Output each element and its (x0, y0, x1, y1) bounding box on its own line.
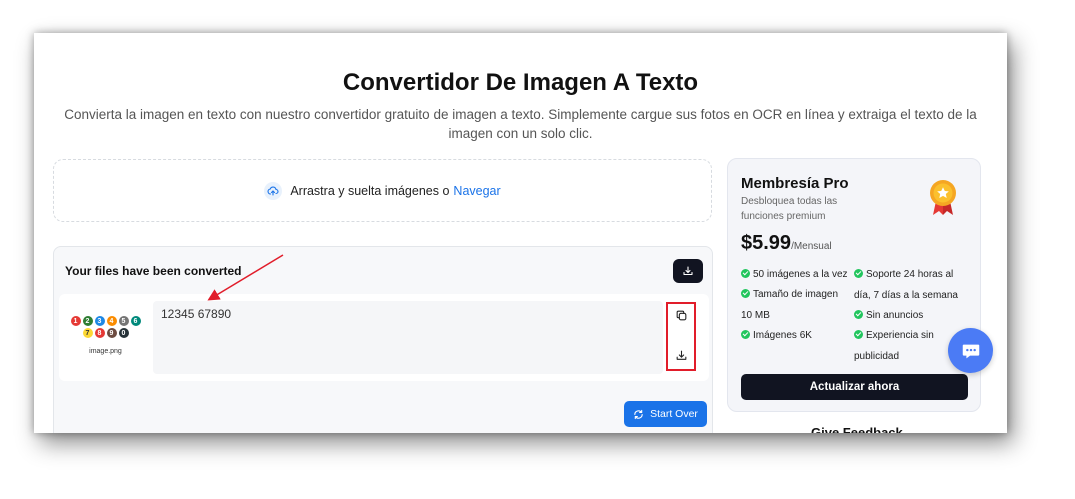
highlight-box (666, 302, 696, 371)
file-thumbnail[interactable]: 1 2 3 4 5 6 7 8 9 0 image.png (59, 302, 152, 373)
copy-icon (676, 310, 686, 320)
pro-description: Desbloquea todas las funciones premium (741, 196, 838, 222)
thumb-digit: 8 (94, 328, 105, 338)
download-file-button[interactable] (673, 347, 689, 363)
cloud-upload-icon (264, 181, 283, 200)
thumb-digit: 9 (106, 328, 117, 338)
upload-dropzone[interactable]: Arrastra y suelta imágenes o Navegar (53, 159, 712, 222)
file-name: image.png (89, 348, 122, 355)
download-icon (676, 350, 686, 360)
price-amount: $5.99 (741, 232, 792, 254)
feature-item: Experiencia sin publicidad (854, 326, 954, 367)
refresh-icon (634, 409, 643, 419)
medal-icon (930, 180, 956, 215)
feature-item: Soporte 24 horas al día, 7 días a la sem… (854, 265, 964, 306)
pro-title: Membresía Pro (741, 175, 849, 192)
results-card: Your files have been converted 1 2 3 4 5… (53, 246, 713, 433)
feature-item: Imágenes 6K (741, 326, 853, 347)
check-icon (741, 330, 750, 339)
file-row: 1 2 3 4 5 6 7 8 9 0 image.png 12345 6789… (59, 294, 709, 381)
check-icon (854, 330, 863, 339)
price: $5.99/Mensual (741, 232, 832, 255)
chat-widget-button[interactable] (948, 328, 993, 373)
copy-button[interactable] (673, 307, 689, 323)
thumb-digit: 6 (130, 316, 141, 326)
download-icon (683, 266, 693, 276)
feature-item: Sin anuncios (854, 306, 974, 327)
browse-link[interactable]: Navegar (453, 184, 500, 198)
pro-membership-card: Membresía Pro Desbloquea todas las funci… (727, 158, 981, 412)
start-over-button[interactable]: Start Over (624, 401, 707, 427)
price-period: /Mensual (791, 241, 832, 252)
results-title: Your files have been converted (65, 264, 242, 278)
feature-text: Experiencia sin publicidad (854, 330, 934, 362)
upload-prompt: Arrastra y suelta imágenes o (290, 183, 450, 198)
feature-item: Tamaño de imagen 10 MB (741, 285, 851, 326)
feedback-heading[interactable]: Give Feedback (811, 425, 903, 433)
thumb-digit: 1 (70, 316, 81, 326)
start-over-label: Start Over (650, 408, 698, 420)
check-icon (854, 310, 863, 319)
thumbnail-digits: 1 2 3 4 5 6 7 8 9 0 (70, 316, 141, 338)
feature-item: 50 imágenes a la vez (741, 265, 853, 286)
feature-text: Soporte 24 horas al día, 7 días a la sem… (854, 269, 958, 301)
thumb-digit: 3 (94, 316, 105, 326)
page-subtitle: Convierta la imagen en texto con nuestro… (64, 107, 977, 141)
page-frame: Convertidor De Imagen A Texto Convierta … (34, 33, 1007, 433)
feature-text: Sin anuncios (866, 310, 924, 321)
feature-text: Imágenes 6K (753, 330, 812, 341)
page-title: Convertidor De Imagen A Texto (342, 69, 699, 96)
extracted-text[interactable]: 12345 67890 (153, 301, 663, 374)
check-icon (854, 269, 863, 278)
thumb-digit: 5 (118, 316, 129, 326)
check-icon (741, 269, 750, 278)
thumb-digit: 7 (82, 328, 93, 338)
chat-icon (962, 344, 979, 358)
upgrade-button[interactable]: Actualizar ahora (741, 374, 968, 400)
download-all-button[interactable] (673, 259, 703, 283)
thumb-digit: 4 (106, 316, 117, 326)
feature-text: Tamaño de imagen 10 MB (741, 289, 839, 321)
thumb-digit: 0 (118, 328, 129, 338)
thumb-digit: 2 (82, 316, 93, 326)
feature-text: 50 imágenes a la vez (753, 269, 848, 280)
check-icon (741, 289, 750, 298)
